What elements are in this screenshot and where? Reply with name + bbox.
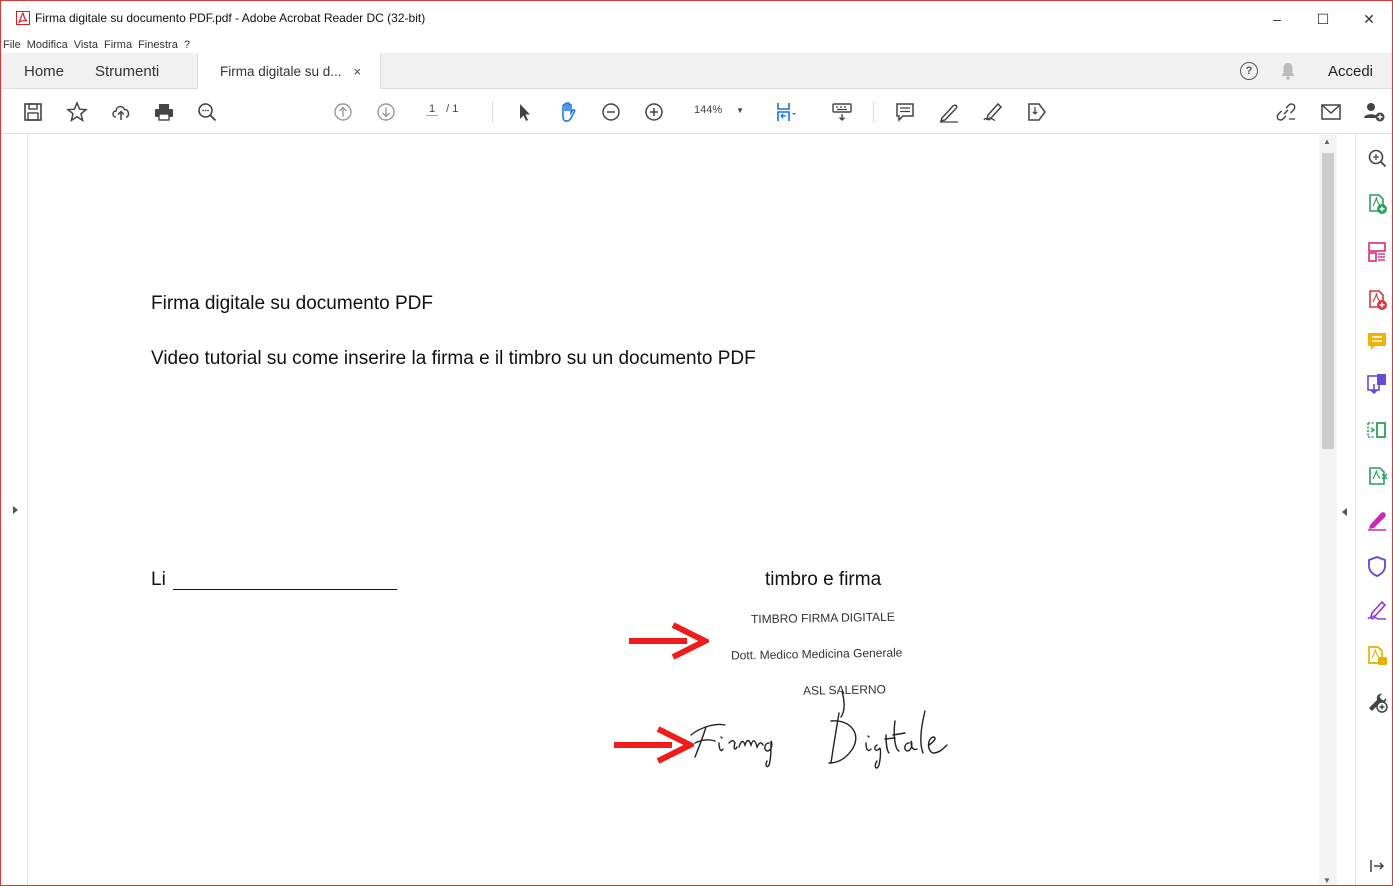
document-subtitle: Video tutorial su come inserire la firma… xyxy=(151,348,756,369)
tab-bar: Home Strumenti Firma digitale su d... × … xyxy=(1,53,1392,89)
create-pdf-icon[interactable] xyxy=(1366,193,1388,215)
bookmark-star-icon[interactable] xyxy=(65,100,89,124)
tab-document[interactable]: Firma digitale su d... × xyxy=(197,53,381,89)
upload-cloud-icon[interactable] xyxy=(109,100,133,124)
app-window: Firma digitale su documento PDF.pdf - Ad… xyxy=(0,0,1393,886)
fit-page-icon[interactable] xyxy=(774,100,798,124)
organize-pages-icon[interactable] xyxy=(1366,241,1388,263)
page-down-icon[interactable] xyxy=(374,100,398,124)
stamp-line-2: Dott. Medico Medicina Generale xyxy=(730,645,903,663)
send-for-review-icon[interactable] xyxy=(1366,645,1388,667)
tab-document-label: Firma digitale su d... xyxy=(220,63,342,79)
page-up-icon[interactable] xyxy=(331,100,355,124)
maximize-button[interactable]: ☐ xyxy=(1300,1,1346,37)
zoom-in-icon[interactable] xyxy=(642,100,666,124)
combine-files-icon[interactable] xyxy=(1366,373,1388,395)
vertical-scrollbar[interactable]: ▲ ▼ xyxy=(1319,135,1337,885)
scrollbar-thumb[interactable] xyxy=(1322,153,1334,449)
chevron-down-icon: ▼ xyxy=(736,106,745,115)
page-number-input[interactable]: 1 xyxy=(426,103,439,116)
window-controls: – ☐ ✕ xyxy=(1254,1,1392,37)
menu-vista[interactable]: Vista xyxy=(74,39,98,51)
share-link-icon[interactable] xyxy=(1274,100,1298,124)
expand-left-icon xyxy=(1342,508,1347,516)
place-underline xyxy=(173,589,397,590)
bell-icon[interactable] xyxy=(1280,62,1296,80)
protect-icon[interactable] xyxy=(1366,555,1388,577)
comment-tool-icon[interactable] xyxy=(1366,331,1388,353)
fill-sign-icon[interactable] xyxy=(1366,509,1388,531)
menu-file[interactable]: File xyxy=(3,39,21,51)
right-panel-toggle[interactable] xyxy=(1337,135,1356,885)
print-icon[interactable] xyxy=(152,100,176,124)
expand-right-icon xyxy=(13,506,18,514)
keyboard-icon[interactable] xyxy=(830,100,854,124)
add-user-icon[interactable] xyxy=(1362,100,1386,124)
scan-icon[interactable] xyxy=(1366,465,1388,487)
page-total: / 1 xyxy=(446,103,459,115)
save-icon[interactable] xyxy=(21,100,45,124)
place-label: Li xyxy=(151,569,166,590)
zoom-out-icon[interactable] xyxy=(599,100,623,124)
right-tools-sidebar xyxy=(1357,135,1392,885)
document-heading: Firma digitale su documento PDF xyxy=(151,293,433,314)
export-pdf-icon[interactable] xyxy=(1366,289,1388,311)
comment-icon[interactable] xyxy=(893,100,917,124)
highlight-pen-icon[interactable] xyxy=(937,100,961,124)
menu-modifica[interactable]: Modifica xyxy=(27,39,68,51)
compress-icon[interactable] xyxy=(1366,419,1388,441)
red-arrow-stamp xyxy=(629,622,709,660)
stamp-icon[interactable] xyxy=(1025,100,1049,124)
zoom-search-icon[interactable] xyxy=(1366,147,1388,169)
window-title: Firma digitale su documento PDF.pdf - Ad… xyxy=(35,10,426,25)
stamp-label: timbro e firma xyxy=(765,569,882,590)
signin-button[interactable]: Accedi xyxy=(1328,63,1373,80)
signature-tool-icon[interactable] xyxy=(1366,599,1388,621)
email-icon[interactable] xyxy=(1319,100,1343,124)
menu-firma[interactable]: Firma xyxy=(104,39,132,51)
collapse-panel-icon[interactable] xyxy=(1366,855,1388,877)
scroll-up-icon[interactable]: ▲ xyxy=(1323,137,1331,146)
toolbar-divider xyxy=(492,101,493,123)
help-icon[interactable]: ? xyxy=(1239,62,1258,80)
close-button[interactable]: ✕ xyxy=(1346,1,1392,37)
menu-bar: File Modifica Vista Firma Finestra ? xyxy=(1,36,195,53)
zoom-value: 144% xyxy=(694,104,723,116)
hand-tool-icon[interactable] xyxy=(556,100,580,124)
tab-tools[interactable]: Strumenti xyxy=(95,53,159,89)
handwritten-signature xyxy=(690,691,948,769)
menu-help[interactable]: ? xyxy=(184,39,190,51)
stamp-line-1: TIMBRO FIRMA DIGITALE xyxy=(750,609,895,627)
select-arrow-icon[interactable] xyxy=(512,100,536,124)
minimize-button[interactable]: – xyxy=(1254,1,1300,37)
title-bar: Firma digitale su documento PDF.pdf - Ad… xyxy=(1,1,1392,37)
left-panel-toggle[interactable] xyxy=(1,135,28,885)
page-indicator: 1 / 1 xyxy=(426,103,458,116)
toolbar-divider xyxy=(873,101,874,123)
more-tools-icon[interactable] xyxy=(1366,691,1388,713)
tab-close-icon[interactable]: × xyxy=(354,64,362,79)
scroll-down-icon[interactable]: ▼ xyxy=(1323,876,1331,885)
acrobat-logo-icon xyxy=(16,10,30,25)
tab-home[interactable]: Home xyxy=(24,53,64,89)
search-zoom-icon[interactable] xyxy=(195,100,219,124)
zoom-dropdown[interactable]: 144% ▼ xyxy=(694,104,744,116)
sign-icon[interactable] xyxy=(981,100,1005,124)
toolbar: 1 / 1 144% ▼ xyxy=(1,89,1392,134)
header-right: ? Accedi xyxy=(1239,53,1392,89)
menu-finestra[interactable]: Finestra xyxy=(138,39,178,51)
